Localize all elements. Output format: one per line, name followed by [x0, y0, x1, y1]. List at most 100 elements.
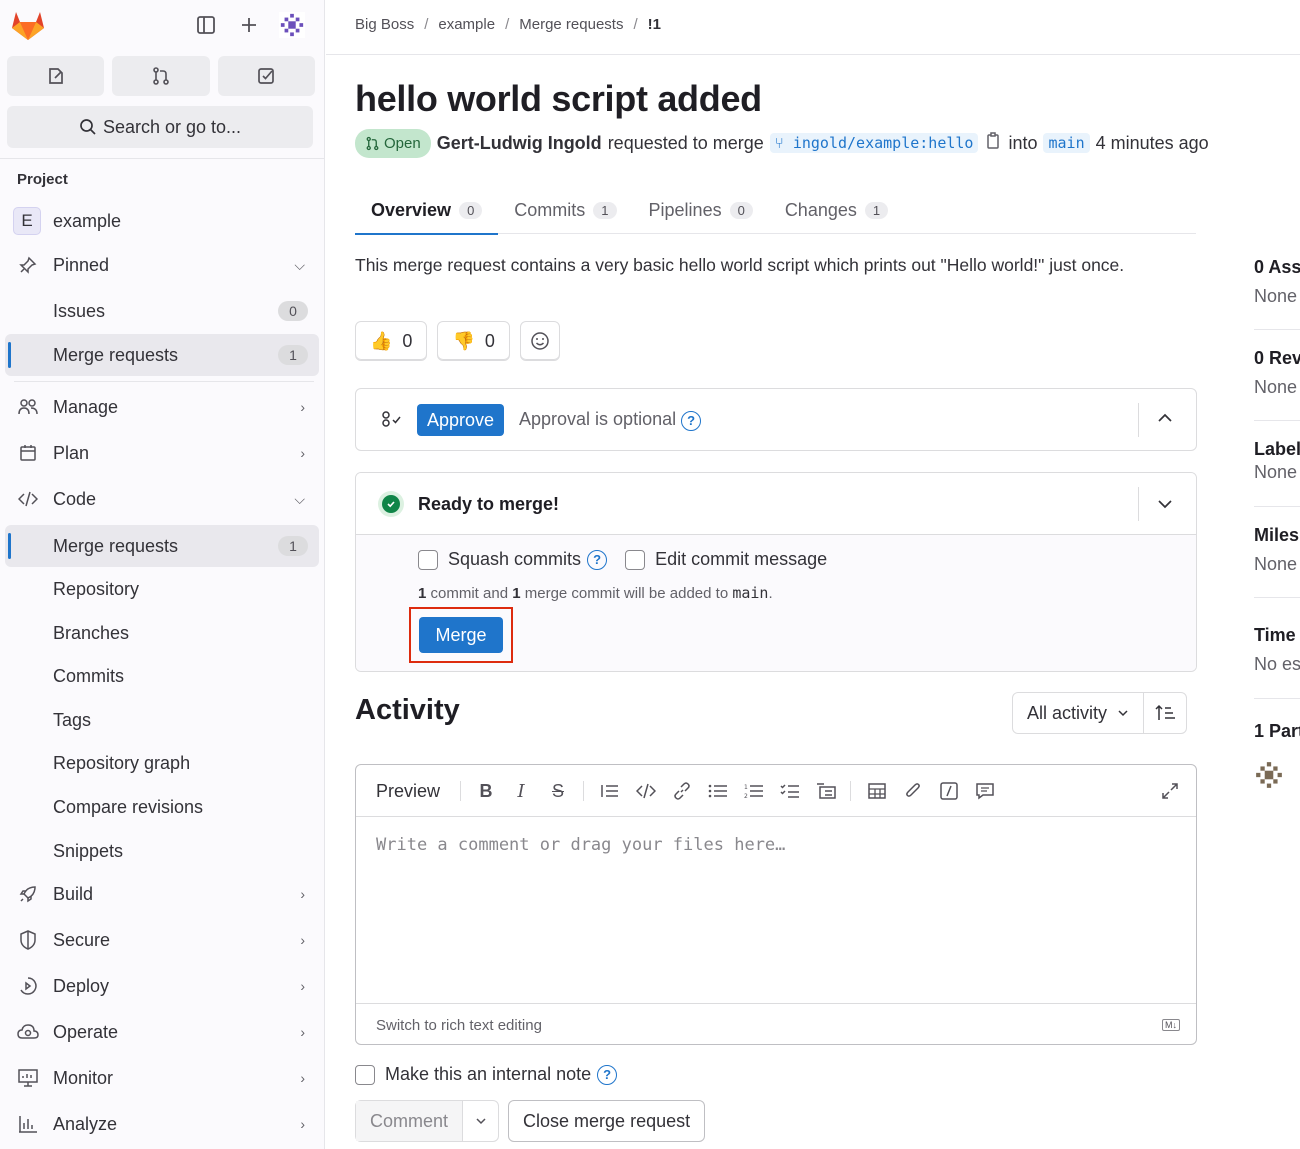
- markdown-icon[interactable]: M↓: [1162, 1019, 1180, 1031]
- help-icon[interactable]: ?: [597, 1064, 618, 1085]
- edit-commit-message-checkbox[interactable]: [625, 549, 646, 570]
- assigned-issues-button[interactable]: [7, 56, 105, 96]
- sidebar-item-commits[interactable]: Commits: [5, 655, 319, 697]
- strikethrough-icon[interactable]: S: [546, 779, 570, 803]
- sidebar-item-plan[interactable]: Plan ›: [5, 432, 319, 474]
- sidebar-item-label: Monitor: [53, 1067, 114, 1088]
- plan-icon: [17, 442, 39, 464]
- slash-command-icon[interactable]: [937, 779, 961, 803]
- merge-button[interactable]: Merge: [419, 617, 503, 653]
- link-icon[interactable]: [670, 779, 694, 803]
- numbered-list-icon[interactable]: 12: [742, 779, 766, 803]
- sidebar-item-pinned-merge-requests[interactable]: Merge requests 1: [5, 334, 319, 376]
- sort-direction-button[interactable]: [1143, 693, 1186, 733]
- pinned-section-toggle[interactable]: Pinned ⌵: [5, 244, 319, 286]
- sidebar-item-analyze[interactable]: Analyze ›: [5, 1103, 319, 1145]
- tab-overview[interactable]: Overview 0: [355, 186, 499, 235]
- sidebar-item-deploy[interactable]: Deploy ›: [5, 965, 319, 1007]
- chevron-down-icon[interactable]: [1156, 495, 1174, 518]
- fullscreen-icon[interactable]: [1158, 779, 1182, 803]
- left-sidebar: Search or go to... Project E example Pin…: [0, 0, 325, 1149]
- tab-label: Overview: [371, 199, 452, 220]
- sidebar-item-code[interactable]: Code ⌵: [5, 478, 319, 520]
- tab-label: Commits: [514, 199, 586, 220]
- sidebar-item-repository-graph[interactable]: Repository graph: [5, 742, 319, 784]
- tab-commits[interactable]: Commits 1: [498, 186, 632, 234]
- chevron-down-icon[interactable]: [462, 1101, 498, 1141]
- breadcrumb-item[interactable]: example: [438, 16, 495, 33]
- close-merge-request-button[interactable]: Close merge request: [508, 1100, 706, 1142]
- time-ago: 4 minutes ago: [1095, 132, 1209, 153]
- help-icon[interactable]: ?: [681, 410, 702, 431]
- author-name[interactable]: Gert-Ludwig Ingold: [437, 133, 602, 154]
- time-tracking-title[interactable]: Time: [1254, 625, 1300, 646]
- shield-icon: [17, 929, 39, 951]
- labels-title[interactable]: Label: [1254, 439, 1300, 460]
- help-icon[interactable]: ?: [587, 549, 608, 570]
- merge-requests-quick-button[interactable]: [112, 56, 210, 96]
- quote-icon[interactable]: [598, 779, 622, 803]
- participant-avatar[interactable]: [1254, 760, 1284, 790]
- comment-textarea[interactable]: [356, 817, 1196, 1002]
- sidebar-item-monitor[interactable]: Monitor ›: [5, 1057, 319, 1099]
- bullet-list-icon[interactable]: [706, 779, 730, 803]
- task-list-icon[interactable]: [778, 779, 802, 803]
- sidebar-item-snippets[interactable]: Snippets: [5, 830, 319, 872]
- labels-value: None: [1254, 462, 1298, 482]
- sidebar-item-repository[interactable]: Repository: [5, 568, 319, 610]
- internal-note-checkbox[interactable]: [355, 1064, 375, 1085]
- tab-pipelines[interactable]: Pipelines 0: [633, 186, 769, 234]
- comment-button[interactable]: Comment: [356, 1101, 463, 1141]
- thumbs-up-button[interactable]: 👍 0: [355, 321, 428, 361]
- thumbs-down-button[interactable]: 👎 0: [437, 321, 510, 361]
- squash-commits-checkbox[interactable]: [418, 549, 438, 570]
- approve-button[interactable]: Approve: [417, 404, 505, 436]
- sidebar-item-compare-revisions[interactable]: Compare revisions: [5, 786, 319, 828]
- preview-tab[interactable]: Preview: [376, 781, 440, 802]
- breadcrumb-separator: /: [505, 16, 510, 33]
- sidebar-item-branches[interactable]: Branches: [5, 612, 319, 654]
- activity-filter-dropdown[interactable]: All activity: [1013, 693, 1143, 733]
- search-icon: [80, 119, 96, 135]
- sidebar-item-secure[interactable]: Secure ›: [5, 919, 319, 961]
- milestone-title[interactable]: Miles: [1254, 525, 1300, 546]
- comment-template-icon[interactable]: [973, 779, 997, 803]
- sidebar-item-build[interactable]: Build ›: [5, 873, 319, 915]
- table-icon[interactable]: [865, 779, 889, 803]
- sidebar-top-bar: [0, 0, 324, 50]
- attachment-icon[interactable]: [901, 779, 925, 803]
- gitlab-logo-icon[interactable]: [10, 8, 46, 42]
- time-tracking-value: No es: [1254, 654, 1300, 674]
- sidebar-item-operate[interactable]: Operate ›: [5, 1011, 319, 1053]
- breadcrumb-item[interactable]: Big Boss: [355, 16, 414, 33]
- sidebar-item-tags[interactable]: Tags: [5, 699, 319, 741]
- tab-label: Pipelines: [648, 199, 722, 220]
- collapsible-section-icon[interactable]: [814, 779, 838, 803]
- italic-icon[interactable]: I: [509, 779, 533, 803]
- copy-icon[interactable]: [984, 131, 1002, 155]
- tab-changes[interactable]: Changes 1: [769, 186, 904, 234]
- sidebar-item-manage[interactable]: Manage ›: [5, 386, 319, 428]
- bold-icon[interactable]: B: [474, 779, 498, 803]
- switch-rich-text-button[interactable]: Switch to rich text editing: [376, 1017, 542, 1034]
- project-link[interactable]: E example: [5, 200, 319, 242]
- sidebar-toggle-icon[interactable]: [193, 12, 219, 38]
- search-button[interactable]: Search or go to...: [7, 106, 313, 148]
- breadcrumb-current[interactable]: !1: [648, 16, 661, 33]
- source-branch[interactable]: ⑂ ingold/example:hello: [769, 133, 979, 153]
- todo-list-button[interactable]: [217, 56, 315, 96]
- assignees-section: 0 Ass None: [1254, 257, 1300, 307]
- code-icon[interactable]: [634, 779, 658, 803]
- assignees-title[interactable]: 0 Ass: [1254, 257, 1300, 278]
- sidebar-item-issues[interactable]: Issues 0: [5, 290, 319, 332]
- user-avatar[interactable]: [279, 12, 305, 38]
- add-reaction-button[interactable]: [519, 321, 560, 361]
- target-branch-name: main: [732, 584, 769, 602]
- target-branch[interactable]: main: [1043, 133, 1090, 153]
- plus-icon[interactable]: [236, 12, 262, 38]
- sidebar-item-merge-requests[interactable]: Merge requests 1: [5, 525, 319, 567]
- chevron-up-icon[interactable]: [1156, 409, 1174, 432]
- reviewers-title[interactable]: 0 Rev: [1254, 348, 1300, 369]
- sidebar-divider: [1254, 698, 1300, 699]
- breadcrumb-item[interactable]: Merge requests: [519, 16, 623, 33]
